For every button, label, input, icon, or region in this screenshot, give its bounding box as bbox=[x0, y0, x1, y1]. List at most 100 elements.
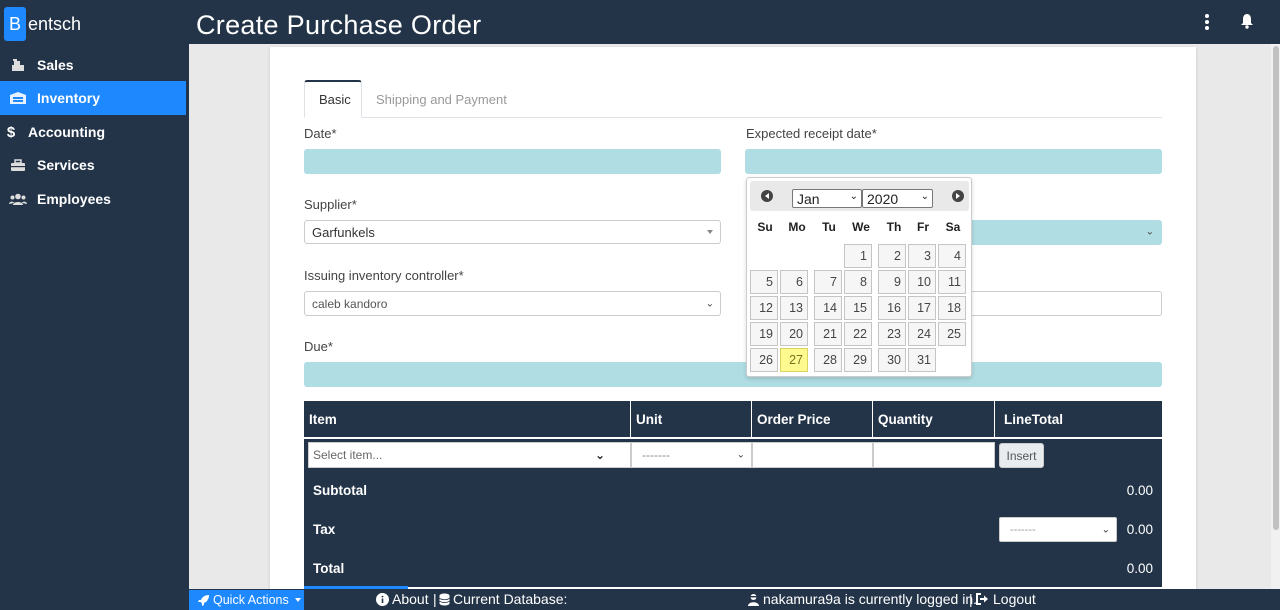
datepicker-day[interactable]: 19 bbox=[750, 322, 778, 346]
top-navbar bbox=[0, 0, 1280, 44]
chevron-down-icon: ⌄ bbox=[920, 191, 929, 202]
more-options-icon[interactable] bbox=[1203, 14, 1211, 30]
date-field[interactable] bbox=[304, 149, 721, 174]
supplier-value: Garfunkels bbox=[312, 224, 375, 240]
total-value: 0.00 bbox=[1126, 561, 1153, 576]
datepicker-day[interactable]: 26 bbox=[750, 348, 778, 372]
sidebar-item-accounting[interactable]: $ Accounting bbox=[0, 115, 186, 149]
quantity-input[interactable] bbox=[873, 442, 995, 468]
datepicker-day[interactable]: 15 bbox=[844, 296, 872, 320]
logout-label: Logout bbox=[993, 591, 1036, 607]
due-field[interactable] bbox=[304, 362, 1162, 387]
tax-select[interactable]: ------- ⌄ bbox=[999, 517, 1117, 542]
datepicker-day[interactable]: 28 bbox=[814, 348, 842, 372]
sidebar-item-services[interactable]: Services bbox=[0, 148, 186, 182]
month-select[interactable]: Jan ⌄ bbox=[792, 189, 862, 208]
text-input[interactable] bbox=[945, 291, 1162, 316]
datepicker-day[interactable]: 12 bbox=[750, 296, 778, 320]
datepicker-day[interactable]: 9 bbox=[878, 270, 906, 294]
due-label: Due* bbox=[304, 339, 333, 354]
issuing-controller-label: Issuing inventory controller* bbox=[304, 268, 464, 283]
column-header-item: Item bbox=[304, 401, 631, 437]
about-label: About bbox=[392, 591, 429, 607]
order-price-input[interactable] bbox=[752, 442, 873, 468]
unit-select[interactable]: ------- ⌄ bbox=[631, 442, 752, 468]
datepicker-day[interactable]: 7 bbox=[814, 270, 842, 294]
column-header-quantity: Quantity bbox=[873, 401, 995, 437]
datepicker-day[interactable]: 22 bbox=[844, 322, 872, 346]
header-divider bbox=[304, 437, 1162, 439]
datepicker-day[interactable]: 30 bbox=[878, 348, 906, 372]
item-placeholder: Select item... bbox=[313, 448, 383, 462]
chevron-down-icon: ⌄ bbox=[1145, 226, 1154, 238]
next-month-icon[interactable] bbox=[952, 190, 964, 202]
expected-receipt-label: Expected receipt date* bbox=[746, 126, 877, 141]
quick-actions-button[interactable]: Quick Actions bbox=[189, 590, 304, 610]
subtotal-value: 0.00 bbox=[1126, 483, 1153, 498]
logged-in-label: nakamura9a is currently logged in. bbox=[763, 591, 978, 607]
datepicker-day[interactable]: 18 bbox=[938, 296, 966, 320]
sidebar-label: Inventory bbox=[37, 90, 101, 106]
expected-receipt-date-field[interactable] bbox=[745, 149, 1162, 174]
scrollbar-thumb[interactable] bbox=[1273, 46, 1279, 530]
tax-value: 0.00 bbox=[1126, 522, 1153, 537]
issuing-controller-select[interactable]: caleb kandoro ⌄ bbox=[304, 291, 721, 316]
logout-link[interactable]: Logout bbox=[976, 591, 1036, 607]
cash-register-icon bbox=[5, 58, 31, 72]
datepicker-day[interactable]: 1 bbox=[844, 244, 872, 268]
database-icon bbox=[439, 593, 450, 605]
supplier-select[interactable]: Garfunkels bbox=[304, 220, 721, 244]
datepicker-day[interactable]: 2 bbox=[878, 244, 906, 268]
toolbox-icon bbox=[5, 158, 31, 172]
datepicker-day[interactable]: 20 bbox=[780, 322, 808, 346]
year-select[interactable]: 2020 ⌄ bbox=[862, 189, 933, 208]
brand-logo[interactable]: B entsch bbox=[4, 7, 81, 41]
datepicker-day[interactable]: 21 bbox=[814, 322, 842, 346]
sidebar-label: Services bbox=[37, 157, 95, 173]
tab-basic[interactable]: Basic bbox=[304, 80, 362, 118]
weekday-label: Mo bbox=[788, 220, 806, 234]
tab-shipping-and-payment[interactable]: Shipping and Payment bbox=[362, 80, 521, 118]
sidebar-item-inventory[interactable]: Inventory bbox=[0, 81, 186, 115]
quick-actions-label: Quick Actions bbox=[213, 593, 289, 607]
item-select[interactable]: Select item... ⌄ bbox=[308, 442, 631, 468]
datepicker-day[interactable]: 25 bbox=[938, 322, 966, 346]
prev-month-icon[interactable] bbox=[761, 190, 773, 202]
datepicker-day[interactable]: 11 bbox=[938, 270, 966, 294]
datepicker-day[interactable]: 31 bbox=[908, 348, 936, 372]
supplier-label: Supplier* bbox=[304, 197, 357, 212]
logged-in-status: nakamura9a is currently logged in. bbox=[747, 591, 977, 607]
datepicker-day[interactable]: 16 bbox=[878, 296, 906, 320]
datepicker-day[interactable]: 14 bbox=[814, 296, 842, 320]
sidebar: Sales Inventory $ Accounting Services Em… bbox=[0, 44, 189, 610]
insert-button[interactable]: Insert bbox=[999, 443, 1044, 468]
datepicker-day[interactable]: 6 bbox=[780, 270, 808, 294]
datepicker-day[interactable]: 8 bbox=[844, 270, 872, 294]
datepicker-day[interactable]: 23 bbox=[878, 322, 906, 346]
sidebar-item-sales[interactable]: Sales bbox=[0, 48, 186, 82]
datepicker-day[interactable]: 29 bbox=[844, 348, 872, 372]
chevron-down-icon: ⌄ bbox=[705, 298, 714, 309]
total-label: Total bbox=[313, 561, 345, 576]
datepicker-day[interactable]: 24 bbox=[908, 322, 936, 346]
datepicker-day[interactable]: 13 bbox=[780, 296, 808, 320]
column-header-linetotal: LineTotal bbox=[1004, 411, 1063, 427]
about-link[interactable]: About bbox=[376, 591, 429, 607]
user-secret-icon bbox=[748, 593, 759, 606]
datepicker-day-today[interactable]: 27 bbox=[780, 348, 808, 372]
datepicker-day[interactable]: 10 bbox=[908, 270, 936, 294]
datepicker-day[interactable]: 5 bbox=[750, 270, 778, 294]
datepicker-day[interactable]: 17 bbox=[908, 296, 936, 320]
sidebar-item-employees[interactable]: Employees bbox=[0, 182, 186, 216]
datepicker-day[interactable]: 4 bbox=[938, 244, 966, 268]
date-label: Date* bbox=[304, 126, 337, 141]
caret-down-icon bbox=[707, 230, 713, 234]
weekday-label: Su bbox=[757, 220, 773, 234]
warehouse-icon bbox=[5, 91, 31, 105]
notifications-bell-icon[interactable] bbox=[1240, 13, 1254, 34]
hidden-select-field[interactable]: ⌄ bbox=[945, 220, 1162, 245]
datepicker-header: Jan ⌄ 2020 ⌄ bbox=[750, 181, 969, 211]
sign-out-icon bbox=[976, 593, 988, 605]
datepicker-day[interactable]: 3 bbox=[908, 244, 936, 268]
users-icon bbox=[5, 193, 31, 205]
